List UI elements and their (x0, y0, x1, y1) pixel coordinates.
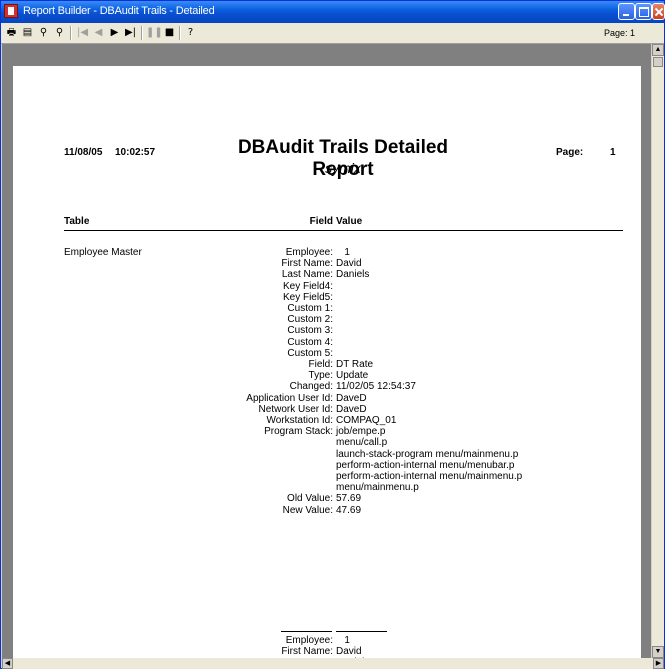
field-label: Program Stack: (264, 426, 333, 438)
title-bar[interactable]: Report Builder - DBAudit Trails - Detail… (1, 1, 665, 23)
print-icon[interactable]: 🖶 (4, 25, 19, 40)
separator-rule (336, 631, 387, 632)
field-value: 11/02/05 12:54:37 (336, 381, 416, 393)
search-next-icon[interactable]: ⚲ (52, 25, 67, 40)
field-label: Old Value: (287, 493, 333, 505)
field-value: Daniels (336, 269, 370, 281)
scroll-thumb[interactable] (653, 57, 663, 67)
first-page-icon[interactable]: |◀ (75, 25, 90, 40)
field-value: job/empe.p (336, 426, 386, 438)
maximize-button[interactable] (635, 3, 652, 20)
report-time: 10:02:57 (115, 147, 156, 158)
column-header-table: Table (64, 216, 90, 227)
field-label: Custom 5: (287, 347, 333, 359)
toolbar: 🖶 ▤ ⚲ ⚲ |◀ ◀ ▶ ▶| ❚❚ ■ ? Page: 1 (1, 23, 664, 44)
close-button[interactable] (652, 3, 665, 20)
stop-icon[interactable]: ■ (162, 25, 177, 40)
field-value: Update (336, 370, 369, 382)
field-value: COMPAQ_01 (336, 415, 397, 426)
field-label: Last Name: (281, 269, 333, 281)
field-label: Employee: (285, 247, 333, 258)
horizontal-scrollbar[interactable]: ◀ ▶ (2, 658, 664, 669)
field-value: 47.69 (336, 504, 362, 516)
toolbar-separator (70, 26, 72, 40)
field-label: Application User Id: (246, 392, 333, 404)
field-label: First Name: (281, 646, 333, 658)
last-page-icon[interactable]: ▶| (123, 25, 138, 40)
field-value: menu/call.p (336, 437, 388, 449)
field-value: DT Rate (336, 359, 374, 370)
field-value: 1 (336, 247, 350, 258)
field-label: Changed: (289, 381, 333, 393)
column-header-value: Value (336, 216, 363, 227)
field-label: Network User Id: (258, 403, 333, 415)
app-icon (4, 4, 18, 18)
scroll-up-icon[interactable]: ▲ (652, 44, 664, 56)
field-label: Key Field5: (282, 291, 333, 303)
field-value: 1 (336, 635, 350, 646)
field-value: David (336, 646, 362, 658)
pause-icon[interactable]: ❚❚ (146, 25, 163, 40)
field-value: David (336, 258, 362, 270)
field-label: Custom 4: (287, 336, 333, 348)
report-date: 11/08/05 (64, 147, 103, 158)
prev-page-icon[interactable]: ◀ (91, 25, 106, 40)
field-label: Key Field4: (282, 280, 333, 292)
report-subtitle: symix (325, 160, 361, 176)
column-header-field: Field (309, 216, 333, 227)
field-value: perform-action-internal menu/mainmenu.p (336, 471, 523, 482)
field-label: First Name: (281, 258, 333, 270)
field-label: Custom 1: (287, 303, 333, 314)
separator-rule (281, 631, 332, 632)
report-viewport[interactable]: 11/08/05 10:02:57 DBAudit Trails Detaile… (2, 44, 651, 658)
field-value: DaveD (336, 392, 367, 404)
field-label: New Value: (282, 504, 333, 516)
field-value: DaveD (336, 403, 367, 415)
field-label: Field: (308, 359, 333, 370)
field-label: Employee: (285, 635, 333, 646)
vertical-scrollbar[interactable]: ▲ ▼ (652, 44, 664, 658)
field-label: Custom 3: (287, 325, 333, 337)
header-rule (64, 230, 623, 231)
search-icon[interactable]: ⚲ (36, 25, 51, 40)
report-page: 11/08/05 10:02:57 DBAudit Trails Detaile… (13, 66, 641, 658)
field-value: menu/mainmenu.p (336, 482, 419, 494)
toolbar-separator (141, 26, 143, 40)
field-value: 57.69 (336, 493, 362, 505)
page-indicator: Page: 1 (604, 28, 636, 38)
help-icon[interactable]: ? (183, 25, 198, 40)
table-name: Employee Master (64, 247, 142, 258)
field-value: launch-stack-program menu/mainmenu.p (336, 448, 519, 460)
setup-icon[interactable]: ▤ (20, 25, 35, 40)
field-label: Workstation Id: (266, 415, 333, 426)
scroll-down-icon[interactable]: ▼ (652, 646, 664, 658)
window-title: Report Builder - DBAudit Trails - Detail… (23, 5, 215, 17)
toolbar-separator (179, 26, 181, 40)
report-builder-window: Report Builder - DBAudit Trails - Detail… (0, 0, 665, 669)
field-label: Type: (308, 370, 333, 382)
scroll-left-icon[interactable]: ◀ (2, 658, 13, 669)
field-value: perform-action-internal menu/menubar.p (336, 459, 515, 471)
scroll-right-icon[interactable]: ▶ (653, 658, 664, 669)
minimize-button[interactable] (618, 3, 635, 20)
next-page-icon[interactable]: ▶ (107, 25, 122, 40)
field-label: Custom 2: (287, 314, 333, 326)
page-label: Page: (556, 147, 584, 158)
page-number: 1 (610, 147, 616, 158)
